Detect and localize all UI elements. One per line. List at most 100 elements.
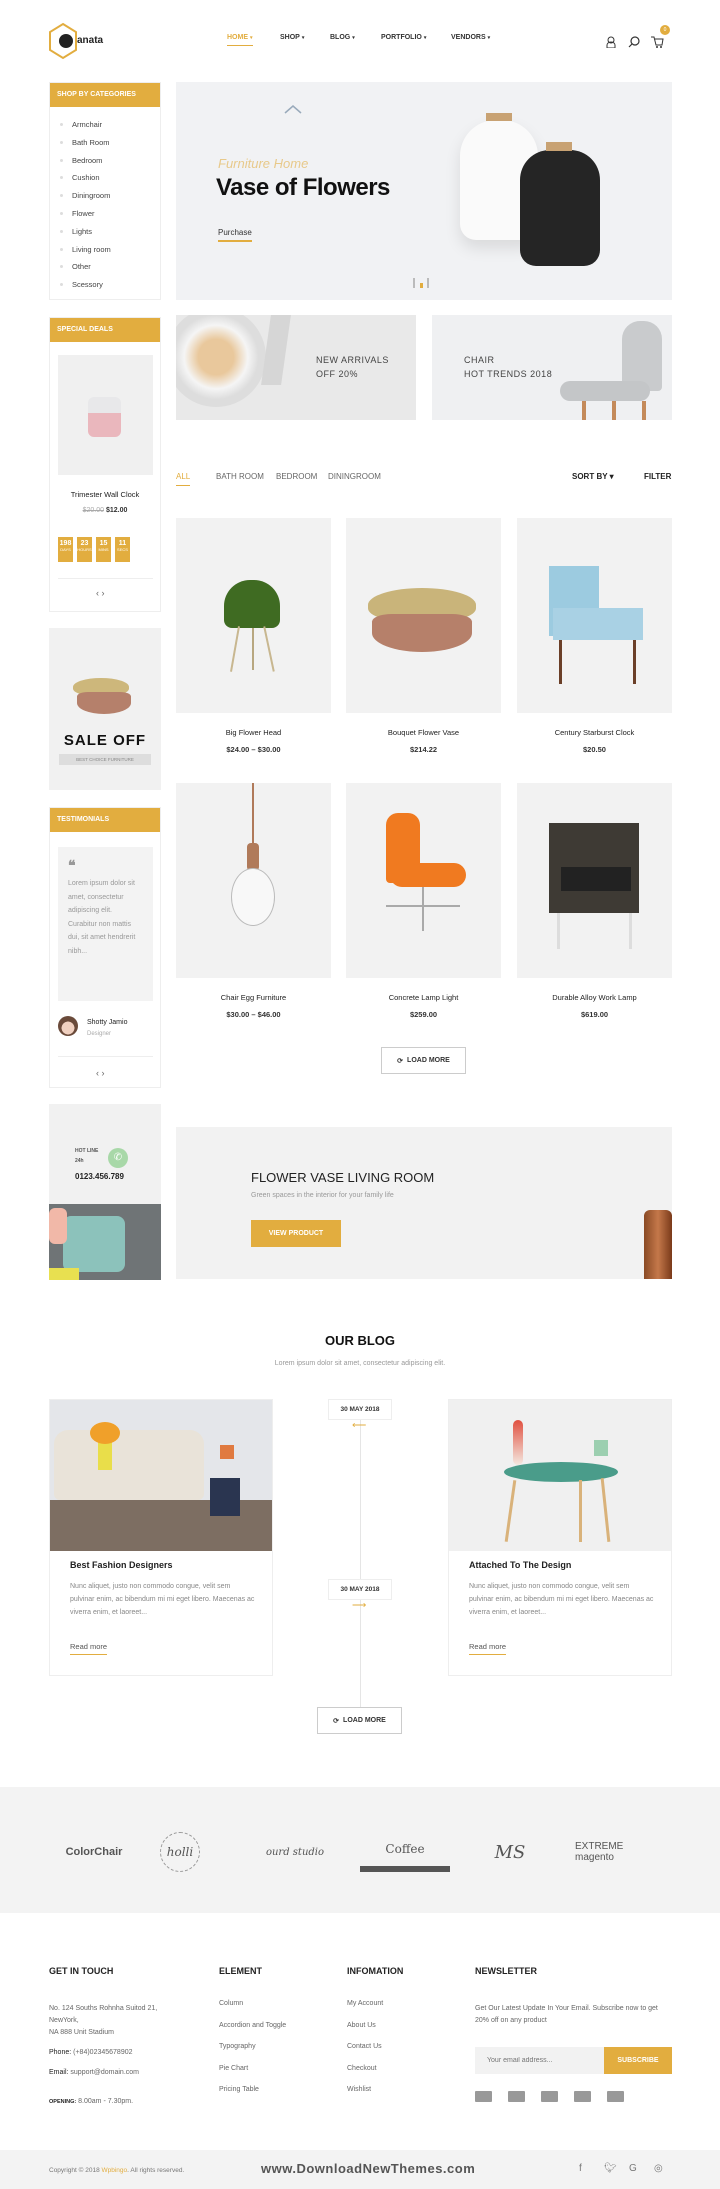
product-card[interactable]: Bouquet Flower Vase $214.22 [346,518,501,758]
view-product-button[interactable]: VIEW PRODUCT [251,1220,341,1247]
search-icon[interactable] [628,36,640,48]
newsletter-email-input[interactable] [475,2047,604,2074]
blog-post-title[interactable]: Attached To The Design [469,1560,571,1570]
footer-link[interactable]: Pricing Table [219,2086,259,2093]
footer-link[interactable]: About Us [347,2022,376,2029]
sale-off-banner[interactable]: SALE OFF BEST CHOICE FURNITURE [49,628,161,790]
product-card[interactable]: Durable Alloy Work Lamp $619.00 [517,783,672,1023]
footer-link[interactable]: Accordion and Toggle [219,2022,286,2029]
nav-shop[interactable]: SHOP ▾ [280,34,304,41]
product-card[interactable]: Big Flower Head $24.00 – $30.00 [176,518,331,758]
product-card[interactable]: Century Starburst Clock $20.50 [517,518,672,758]
category-item[interactable]: Cushion [60,173,100,182]
subscribe-button[interactable]: SUBSCRIBE [604,2047,672,2074]
slide-dot[interactable] [427,278,429,288]
category-item[interactable]: Scessory [60,280,103,289]
footer-link[interactable]: Column [219,2000,243,2007]
product-image-blue-chair[interactable] [517,518,672,713]
footer-link[interactable]: Checkout [347,2065,377,2072]
phone-value[interactable]: (+84)02345678902 [73,2049,132,2056]
product-image-baskets[interactable] [346,518,501,713]
product-image-orange-chair[interactable] [346,783,501,978]
brand-logo[interactable]: ColorChair [49,1832,139,1872]
read-more-link[interactable]: Read more [70,1642,108,1655]
blog-image-sofa[interactable] [50,1400,272,1551]
product-name[interactable]: Concrete Lamp Light [346,993,501,1002]
read-more-link[interactable]: Read more [469,1642,507,1655]
brand-logo[interactable]: ourd studio [250,1832,340,1872]
product-name[interactable]: Big Flower Head [176,728,331,737]
product-image-green-chair[interactable] [176,518,331,713]
hotline-banner[interactable]: HOT LINE 24h ✆ 0123.456.789 [49,1104,161,1280]
tab-bedroom[interactable]: BEDROOM [276,472,317,481]
nav-label: BLOG [330,34,351,41]
product-name[interactable]: Century Starburst Clock [517,728,672,737]
twitter-icon[interactable]: 🐦︎ [604,2163,617,2174]
copyright-brand-link[interactable]: Wpbingo [102,2167,128,2174]
user-icon[interactable] [606,36,616,48]
special-product-image[interactable] [58,355,153,475]
cart-icon[interactable] [651,36,664,48]
product-name[interactable]: Durable Alloy Work Lamp [517,993,672,1002]
product-name[interactable]: Chair Egg Furniture [176,993,331,1002]
nav-home[interactable]: HOME ▾ [227,34,253,46]
nav-blog[interactable]: BLOG ▾ [330,34,355,41]
nav-vendors[interactable]: VENDORS ▾ [451,34,490,41]
facebook-icon[interactable]: f [579,2163,582,2174]
hero-purchase-link[interactable]: Purchase [218,228,252,242]
slide-dot[interactable] [413,278,415,288]
slider-dots[interactable] [413,278,433,288]
brand-logo[interactable]: Coffee [360,1832,450,1872]
brand-logo[interactable]: EXTREME magento [575,1832,665,1872]
category-item[interactable]: Diningroom [59,191,110,200]
blog-date: 30 MAY 2018 [328,1399,392,1420]
product-card[interactable]: Concrete Lamp Light $259.00 [346,783,501,1023]
nav-label: SHOP [280,34,300,41]
footer-link[interactable]: Pie Chart [219,2065,248,2072]
nav-portfolio[interactable]: PORTFOLIO ▾ [381,34,426,41]
brand-logo[interactable]: MS [465,1832,555,1872]
google-icon[interactable]: G [629,2163,637,2174]
slide-dot-active[interactable] [420,283,423,288]
chevron-down-icon: ▾ [352,35,355,41]
instagram-icon[interactable]: ◎ [654,2163,663,2174]
special-product-name[interactable]: Trimester Wall Clock [50,490,160,499]
logo[interactable]: anata [48,22,118,60]
footer-link[interactable]: Wishlist [347,2086,371,2093]
product-name[interactable]: Bouquet Flower Vase [346,728,501,737]
product-card[interactable]: Chair Egg Furniture $30.00 – $46.00 [176,783,331,1023]
category-item[interactable]: Armchair [59,120,102,129]
load-more-products-button[interactable]: ⟳ LOAD MORE [381,1047,466,1074]
load-more-blog-button[interactable]: ⟳ LOAD MORE [317,1707,402,1734]
category-item[interactable]: Other [60,262,91,271]
footer-link[interactable]: Contact Us [347,2043,382,2050]
category-item[interactable]: Lights [59,227,92,236]
hotline-phone[interactable]: 0123.456.789 [75,1172,124,1181]
brand-logo[interactable]: holli [160,1832,200,1872]
testimonial-quote-box: ❝ Lorem ipsum dolor sit amet, consectetu… [58,847,153,1001]
banner-line2: OFF 20% [316,369,359,379]
category-item[interactable]: Flower [60,209,95,218]
tab-all[interactable]: ALL [176,472,191,486]
footer-link[interactable]: My Account [347,2000,383,2007]
blog-subtitle: Lorem ipsum dolor sit amet, consectetur … [274,1360,446,1367]
blog-image-table[interactable] [449,1400,671,1551]
sort-label: SORT BY [572,472,608,481]
product-image-wicker-chair[interactable] [517,783,672,978]
carousel-arrows[interactable]: ‹ › [96,1068,105,1078]
sort-by-dropdown[interactable]: SORT BY ▾ [572,472,614,481]
email-value[interactable]: support@domain.com [70,2069,139,2076]
tab-diningroom[interactable]: DININGROOM [328,472,381,481]
carousel-arrows[interactable]: ‹ › [96,588,105,598]
footer-link[interactable]: Typography [219,2043,256,2050]
category-item[interactable]: Bath Room [60,138,110,147]
banner-new-arrivals[interactable]: NEW ARRIVALS OFF 20% [176,315,416,420]
category-item[interactable]: Living room [60,245,111,254]
testimonial-name: Shotty Jamio [87,1019,128,1026]
product-image-bulb-lamp[interactable] [176,783,331,978]
filter-button[interactable]: FILTER [644,472,671,481]
banner-chair[interactable]: CHAIR HOT TRENDS 2018 [432,315,672,420]
tab-bath-room[interactable]: BATH ROOM [216,472,264,481]
blog-post-title[interactable]: Best Fashion Designers [70,1560,173,1570]
category-item[interactable]: Bedroom [59,156,102,165]
